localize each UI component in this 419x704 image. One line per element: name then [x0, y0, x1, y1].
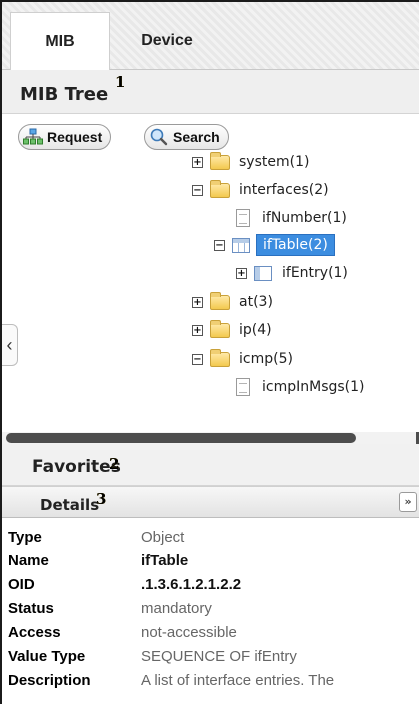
request-button-label: Request [47, 129, 103, 145]
details-label: Access [8, 623, 61, 641]
mib-browser-panel: MIB Device MIB Tree 1 Request Search + s… [0, 0, 419, 704]
tree-node-label: at(3) [239, 294, 273, 310]
details-value: Object [141, 528, 185, 546]
mib-tree-title: MIB Tree [20, 84, 109, 105]
mib-tree: Request Search + system(1) − interfaces(… [2, 114, 419, 436]
details-value: .1.3.6.1.2.1.2.2 [141, 575, 242, 593]
search-button-label: Search [173, 129, 220, 145]
details-header[interactable]: Details 3 » [2, 486, 419, 518]
details-row-oid: OID .1.3.6.1.2.1.2.2 [8, 573, 241, 595]
details-panel: Type Object Name ifTable OID .1.3.6.1.2.… [2, 518, 419, 704]
details-label: OID [8, 575, 35, 593]
scrollbar-thumb[interactable] [6, 433, 356, 443]
entry-icon [254, 265, 272, 281]
details-title: Details [40, 496, 100, 514]
tree-node-label: icmpInMsgs(1) [262, 379, 365, 395]
tree-node-at[interactable]: + at(3) [192, 290, 273, 314]
callout-badge-1: 1 [115, 73, 126, 91]
tree-node-label: ifNumber(1) [262, 210, 347, 226]
callout-badge-3: 3 [96, 490, 107, 508]
tree-node-label: ip(4) [239, 322, 272, 338]
document-icon [236, 378, 250, 396]
tab-bar: MIB Device [2, 2, 419, 70]
tree-node-icmpinmsgs[interactable]: icmpInMsgs(1) [236, 375, 365, 399]
tree-node-icmp[interactable]: − icmp(5) [192, 347, 293, 371]
details-label: Description [8, 671, 91, 689]
expand-icon[interactable]: + [192, 156, 203, 168]
details-row-name: Name ifTable [8, 549, 188, 571]
tree-node-system[interactable]: + system(1) [192, 150, 309, 174]
collapse-icon[interactable]: − [214, 239, 225, 251]
details-label: Name [8, 551, 49, 569]
table-icon [232, 237, 250, 253]
details-row-description: Description A list of interface entries.… [8, 669, 334, 691]
callout-badge-2: 2 [109, 455, 120, 473]
tab-mib[interactable]: MIB [10, 12, 110, 70]
tree-node-label: system(1) [239, 154, 310, 170]
horizontal-scrollbar[interactable] [2, 432, 419, 444]
details-value: SEQUENCE OF ifEntry [141, 647, 297, 665]
details-value: A list of interface entries. The [141, 671, 335, 689]
favorites-title: Favorites [32, 457, 121, 477]
details-label: Value Type [8, 647, 86, 665]
tree-node-iftable[interactable]: − ifTable(2) [214, 233, 335, 257]
document-icon [236, 209, 250, 227]
tree-node-label: ifEntry(1) [282, 265, 348, 281]
folder-icon [210, 348, 230, 367]
details-value: ifTable [141, 551, 189, 569]
tree-node-ip[interactable]: + ip(4) [192, 318, 272, 342]
request-button[interactable]: Request [18, 124, 112, 150]
collapse-icon[interactable]: − [192, 353, 203, 365]
tree-node-interfaces[interactable]: − interfaces(2) [192, 178, 329, 202]
tree-node-label: interfaces(2) [239, 182, 329, 198]
search-button[interactable]: Search [144, 124, 229, 150]
details-label: Type [8, 528, 42, 546]
collapse-icon[interactable]: − [192, 184, 203, 196]
details-value: not-accessible [141, 623, 237, 641]
folder-icon [210, 291, 230, 310]
details-row-type: Type Object [8, 526, 184, 548]
folder-icon [210, 151, 230, 170]
tree-node-ifnumber[interactable]: ifNumber(1) [236, 206, 347, 230]
details-row-access: Access not-accessible [8, 621, 237, 643]
tree-node-label-selected: ifTable(2) [256, 234, 335, 256]
request-icon [23, 128, 43, 146]
expand-icon[interactable]: + [192, 296, 203, 308]
mib-tree-header[interactable]: MIB Tree 1 [2, 70, 419, 114]
folder-icon [210, 179, 230, 198]
details-row-value-type: Value Type SEQUENCE OF ifEntry [8, 645, 297, 667]
tab-device[interactable]: Device [112, 12, 222, 70]
search-icon [149, 128, 169, 146]
folder-icon [210, 319, 230, 338]
collapse-left-icon[interactable]: ‹ [2, 324, 18, 366]
expand-icon[interactable]: + [192, 324, 203, 336]
expand-icon[interactable]: + [236, 267, 247, 279]
details-row-status: Status mandatory [8, 597, 212, 619]
details-value: mandatory [141, 599, 212, 617]
tree-node-ifentry[interactable]: + ifEntry(1) [236, 261, 348, 285]
tree-node-label: icmp(5) [239, 351, 293, 367]
expand-all-icon[interactable]: » [399, 492, 417, 512]
favorites-header[interactable]: Favorites 2 [2, 444, 419, 486]
details-label: Status [8, 599, 54, 617]
